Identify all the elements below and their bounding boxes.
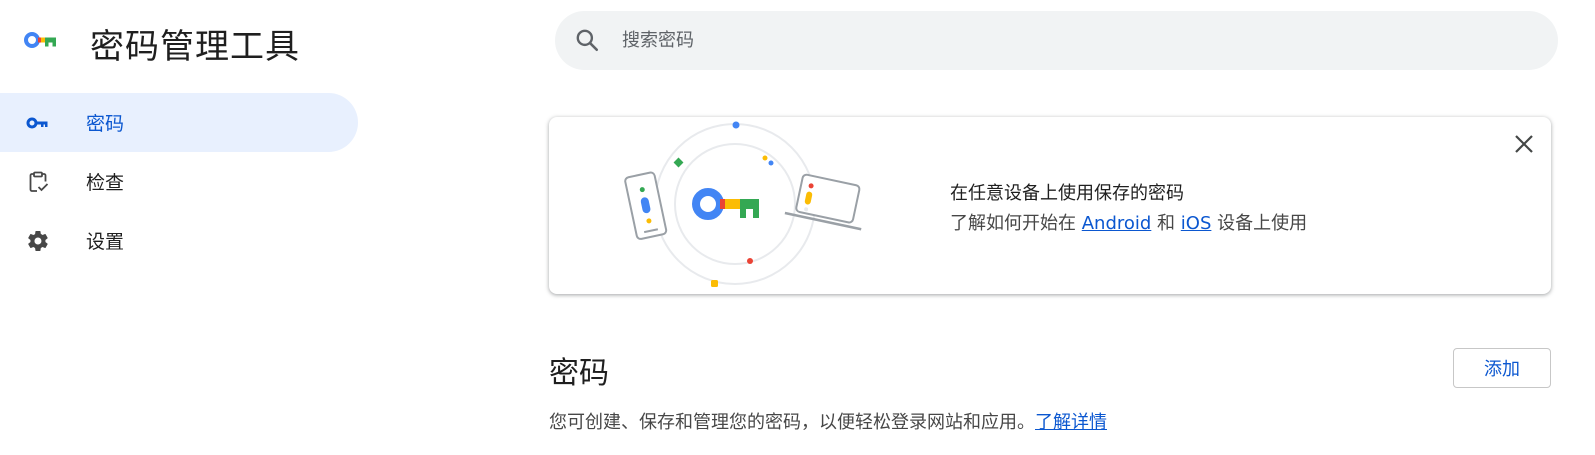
android-link[interactable]: Android: [1082, 213, 1152, 234]
sidebar-nav: 密码 检查 设置: [0, 93, 358, 270]
section-title: 密码: [549, 356, 609, 391]
learn-more-link[interactable]: 了解详情: [1035, 412, 1107, 433]
close-icon[interactable]: [1510, 130, 1538, 158]
add-password-button[interactable]: 添加: [1453, 348, 1551, 388]
promo-text-prefix: 了解如何开始在: [950, 213, 1082, 234]
sidebar-item-settings[interactable]: 设置: [0, 211, 358, 270]
promo-title: 在任意设备上使用保存的密码: [950, 183, 1184, 204]
search-bar[interactable]: [555, 11, 1558, 70]
search-input[interactable]: [622, 11, 1522, 70]
sidebar-item-label: 密码: [86, 113, 125, 135]
promo-text-and: 和: [1151, 213, 1181, 234]
section-description: 您可创建、保存和管理您的密码，以便轻松登录网站和应用。了解详情: [549, 408, 1107, 434]
checkup-clipboard-icon: [26, 170, 50, 194]
promo-card: 在任意设备上使用保存的密码 了解如何开始在 Android 和 iOS 设备上使…: [549, 117, 1551, 294]
ios-link[interactable]: iOS: [1181, 213, 1212, 234]
sidebar-item-label: 设置: [86, 231, 125, 253]
devices-illustration: [624, 121, 862, 287]
key-icon: [26, 111, 50, 135]
sidebar-item-checkup[interactable]: 检查: [0, 152, 358, 211]
sidebar-item-label: 检查: [86, 172, 125, 194]
promo-text: 了解如何开始在 Android 和 iOS 设备上使用: [950, 209, 1307, 235]
gear-icon: [26, 229, 50, 253]
search-icon: [574, 27, 600, 53]
app-title: 密码管理工具: [90, 27, 300, 67]
sidebar-item-passwords[interactable]: 密码: [0, 93, 358, 152]
promo-text-suffix: 设备上使用: [1211, 213, 1308, 234]
key-logo-icon: [24, 32, 56, 48]
section-description-text: 您可创建、保存和管理您的密码，以便轻松登录网站和应用。: [549, 412, 1035, 433]
